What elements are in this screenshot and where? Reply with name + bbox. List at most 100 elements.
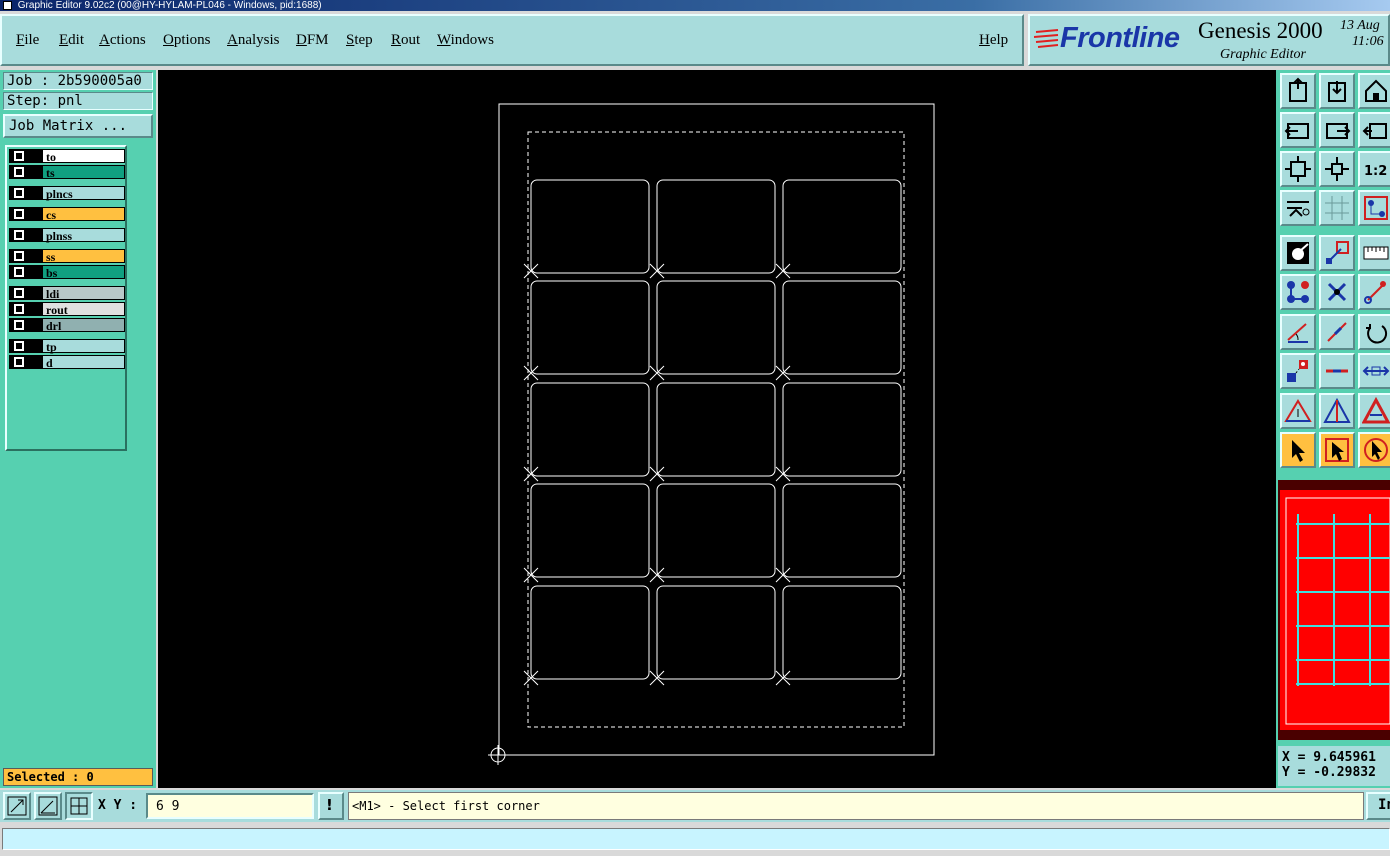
- layer-name[interactable]: to: [42, 149, 125, 164]
- layer-checkbox[interactable]: [14, 251, 24, 261]
- angle-button[interactable]: [1280, 314, 1316, 350]
- layer-name[interactable]: cs: [42, 207, 125, 222]
- step-back-button[interactable]: [1280, 112, 1316, 148]
- layer-row-ss[interactable]: ss: [9, 249, 125, 264]
- layer-row-plnss[interactable]: plnss: [9, 228, 125, 243]
- layer-checkbox[interactable]: [14, 357, 24, 367]
- snap-grid-button[interactable]: [65, 792, 93, 820]
- layer-row-cs[interactable]: cs: [9, 207, 125, 222]
- layer-name[interactable]: rout: [42, 302, 125, 317]
- snap-diagonal-button[interactable]: [3, 792, 31, 820]
- layer-row-tp[interactable]: tp: [9, 339, 125, 354]
- line-rect-button[interactable]: [1319, 235, 1355, 271]
- layer-name[interactable]: drl: [42, 318, 125, 333]
- layer-name[interactable]: ts: [42, 165, 125, 180]
- status-bar: [0, 824, 1390, 856]
- menu-help[interactable]: Help: [979, 32, 1008, 49]
- home-button[interactable]: [1358, 73, 1390, 109]
- job-matrix-button[interactable]: Job Matrix ...: [3, 114, 153, 138]
- save-button[interactable]: [1319, 73, 1355, 109]
- layer-name[interactable]: d: [42, 355, 125, 370]
- select-box-button[interactable]: [1319, 432, 1355, 468]
- layer-name[interactable]: ldi: [42, 286, 125, 301]
- menu-actions[interactable]: Actions: [99, 32, 146, 49]
- layer-row-bs[interactable]: bs: [9, 265, 125, 280]
- netlist-button[interactable]: [1358, 190, 1390, 226]
- point-icon: [1364, 281, 1386, 304]
- product-subtitle: Graphic Editor: [1220, 47, 1306, 62]
- layer-checkbox[interactable]: [14, 167, 24, 177]
- rotate-button[interactable]: [1358, 314, 1390, 350]
- layer-row-ldi[interactable]: ldi: [9, 286, 125, 301]
- layer-checkbox[interactable]: [14, 267, 24, 277]
- pad-button[interactable]: [1280, 235, 1316, 271]
- menu-options[interactable]: Options: [163, 32, 211, 49]
- layer-name[interactable]: plncs: [42, 186, 125, 201]
- triangle-red-button[interactable]: [1358, 393, 1390, 429]
- step-forward-icon: [1326, 123, 1351, 139]
- line-button[interactable]: [1319, 353, 1355, 389]
- in-button[interactable]: In: [1366, 792, 1390, 820]
- triangle-button[interactable]: [1280, 393, 1316, 429]
- coord-x: X = 9.645961: [1282, 750, 1376, 765]
- overview-map[interactable]: [1278, 480, 1390, 740]
- menu-file[interactable]: File: [16, 32, 39, 49]
- board-drawing[interactable]: [158, 70, 1276, 788]
- intersect-button[interactable]: [1319, 274, 1355, 310]
- triangle-blue-button[interactable]: [1319, 393, 1355, 429]
- layer-row-drl[interactable]: drl: [9, 318, 125, 333]
- layer-row-d[interactable]: d: [9, 355, 125, 370]
- menu-step[interactable]: Step: [346, 32, 373, 49]
- layer-checkbox[interactable]: [14, 209, 24, 219]
- ruler-button[interactable]: [1358, 235, 1390, 271]
- command-bar: X Y : ! <M1> - Select first corner In: [0, 790, 1390, 822]
- layer-checkbox[interactable]: [14, 288, 24, 298]
- move-button[interactable]: [1280, 353, 1316, 389]
- xy-input[interactable]: [146, 793, 314, 819]
- layer-row-ts[interactable]: ts: [9, 165, 125, 180]
- alert-button[interactable]: !: [318, 792, 344, 820]
- measure-button[interactable]: [1358, 353, 1390, 389]
- menu-rout[interactable]: Rout: [391, 32, 420, 49]
- layer-name[interactable]: tp: [42, 339, 125, 354]
- layer-checkbox[interactable]: [14, 320, 24, 330]
- select-arrow-button[interactable]: [1280, 432, 1316, 468]
- zoom-reset-button[interactable]: [1358, 112, 1390, 148]
- tools-button[interactable]: [1280, 190, 1316, 226]
- layer-checkbox[interactable]: [14, 341, 24, 351]
- overview-map-drawing[interactable]: [1278, 480, 1390, 740]
- slant-line-button[interactable]: [1319, 314, 1355, 350]
- step-forward-button[interactable]: [1319, 112, 1355, 148]
- select-arrow-icon: [1292, 440, 1305, 462]
- status-line: [2, 828, 1390, 850]
- board-cell-6: [782, 280, 902, 375]
- graphics-canvas[interactable]: [158, 70, 1276, 788]
- open-job-button[interactable]: [1280, 73, 1316, 109]
- layer-checkbox[interactable]: [14, 188, 24, 198]
- board-cell-3: [782, 179, 902, 274]
- point-button[interactable]: [1358, 274, 1390, 310]
- zoom-center-button[interactable]: [1319, 151, 1355, 187]
- grid-button[interactable]: [1319, 190, 1355, 226]
- layer-row-rout[interactable]: rout: [9, 302, 125, 317]
- layer-checkbox[interactable]: [14, 151, 24, 161]
- layer-checkbox[interactable]: [14, 230, 24, 240]
- select-circle-button[interactable]: [1358, 432, 1390, 468]
- layer-name[interactable]: ss: [42, 249, 125, 264]
- snap-angle-button[interactable]: [34, 792, 62, 820]
- menu-analysis[interactable]: Analysis: [227, 32, 280, 49]
- layer-checkbox[interactable]: [14, 304, 24, 314]
- menu-windows[interactable]: Windows: [437, 32, 494, 49]
- triangle-blue-icon: [1323, 397, 1351, 423]
- zoom-fit-button[interactable]: [1280, 151, 1316, 187]
- layer-name[interactable]: plnss: [42, 228, 125, 243]
- layer-name[interactable]: bs: [42, 265, 125, 280]
- board-cell-15: [782, 585, 902, 680]
- layer-row-plncs[interactable]: plncs: [9, 186, 125, 201]
- menu-dfm[interactable]: DFM: [296, 32, 329, 49]
- layer-row-to[interactable]: to: [9, 149, 125, 164]
- board-cell-13: [530, 585, 650, 680]
- menu-edit[interactable]: Edit: [59, 32, 84, 49]
- connect-button[interactable]: [1280, 274, 1316, 310]
- zoom-1to2-button[interactable]: 1:2: [1358, 151, 1390, 187]
